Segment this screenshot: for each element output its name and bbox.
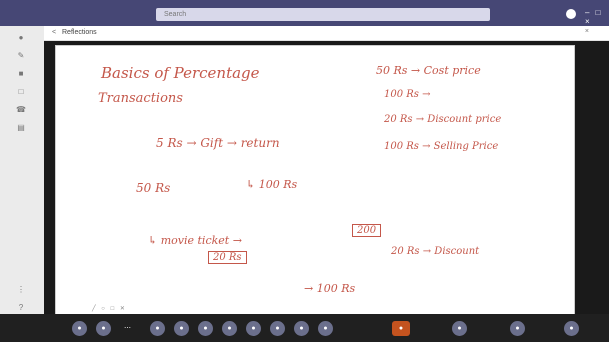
files-icon[interactable]: ▤: [14, 124, 28, 132]
whiteboard-boxed-value: 200: [352, 224, 382, 237]
calendar-icon[interactable]: □: [14, 88, 28, 96]
reactions-icon[interactable]: ●: [246, 321, 261, 336]
meeting-control-bar: ● ● ⋯ ● ● ● ● ● ● ● ● ● ● ● ●: [0, 314, 609, 342]
whiteboard-note: → 100 Rs: [304, 282, 356, 295]
raise-hand-icon[interactable]: ●: [222, 321, 237, 336]
document-header: < Reflections ×: [44, 26, 609, 41]
whiteboard-note: ↳ movie ticket →: [148, 234, 242, 247]
layout-icon[interactable]: ●: [294, 321, 309, 336]
whiteboard-note: 20 Rs → Discount: [391, 246, 480, 257]
whiteboard-note: 50 Rs → Cost price: [376, 64, 481, 77]
close-icon[interactable]: ×: [585, 28, 589, 35]
record-icon[interactable]: ●: [270, 321, 285, 336]
whiteboard-subheading: Transactions: [98, 91, 183, 106]
whiteboard-heading: Basics of Percentage: [101, 64, 260, 82]
leave-call-icon[interactable]: ●: [392, 321, 410, 336]
more-icon[interactable]: ⋯: [120, 321, 135, 336]
mic-icon[interactable]: ●: [96, 321, 111, 336]
avatar[interactable]: [566, 9, 576, 19]
whiteboard-canvas[interactable]: Basics of Percentage Transactions 50 Rs …: [55, 45, 575, 315]
teams-icon[interactable]: ■: [14, 70, 28, 78]
activity-icon[interactable]: ●: [14, 34, 28, 42]
app-rail: ● ✎ ■ □ ☎ ▤ ⋮ ?: [0, 26, 45, 342]
chat-icon[interactable]: ●: [198, 321, 213, 336]
chat-icon[interactable]: ✎: [14, 52, 28, 60]
whiteboard-note: 100 Rs → Selling Price: [384, 141, 499, 152]
settings-icon[interactable]: ●: [318, 321, 333, 336]
app-titlebar: Search – □ ×: [0, 0, 609, 26]
whiteboard-note: 100 Rs →: [384, 89, 431, 100]
whiteboard-note: ↳ 100 Rs: [246, 178, 298, 191]
whiteboard-note: 50 Rs: [136, 181, 171, 195]
apps-icon[interactable]: ⋮: [14, 286, 28, 294]
camera-icon[interactable]: ●: [72, 321, 87, 336]
whiteboard-note: 20 Rs → Discount price: [384, 114, 502, 125]
whiteboard-note: 5 Rs → Gift → return: [156, 136, 280, 150]
help-icon[interactable]: ?: [14, 304, 28, 312]
end-icon[interactable]: ●: [564, 321, 579, 336]
back-button[interactable]: <: [52, 29, 56, 36]
device-icon[interactable]: ●: [452, 321, 467, 336]
search-input[interactable]: Search: [156, 8, 490, 21]
calls-icon[interactable]: ☎: [14, 106, 28, 114]
document-title: Reflections: [62, 29, 97, 36]
people-icon[interactable]: ●: [174, 321, 189, 336]
more-options-icon[interactable]: ●: [510, 321, 525, 336]
pen-tools[interactable]: ╱ ○ □ ✕: [92, 305, 127, 312]
window-controls[interactable]: – □ ×: [585, 8, 609, 26]
whiteboard-boxed-value: 20 Rs: [208, 251, 247, 264]
share-icon[interactable]: ●: [150, 321, 165, 336]
